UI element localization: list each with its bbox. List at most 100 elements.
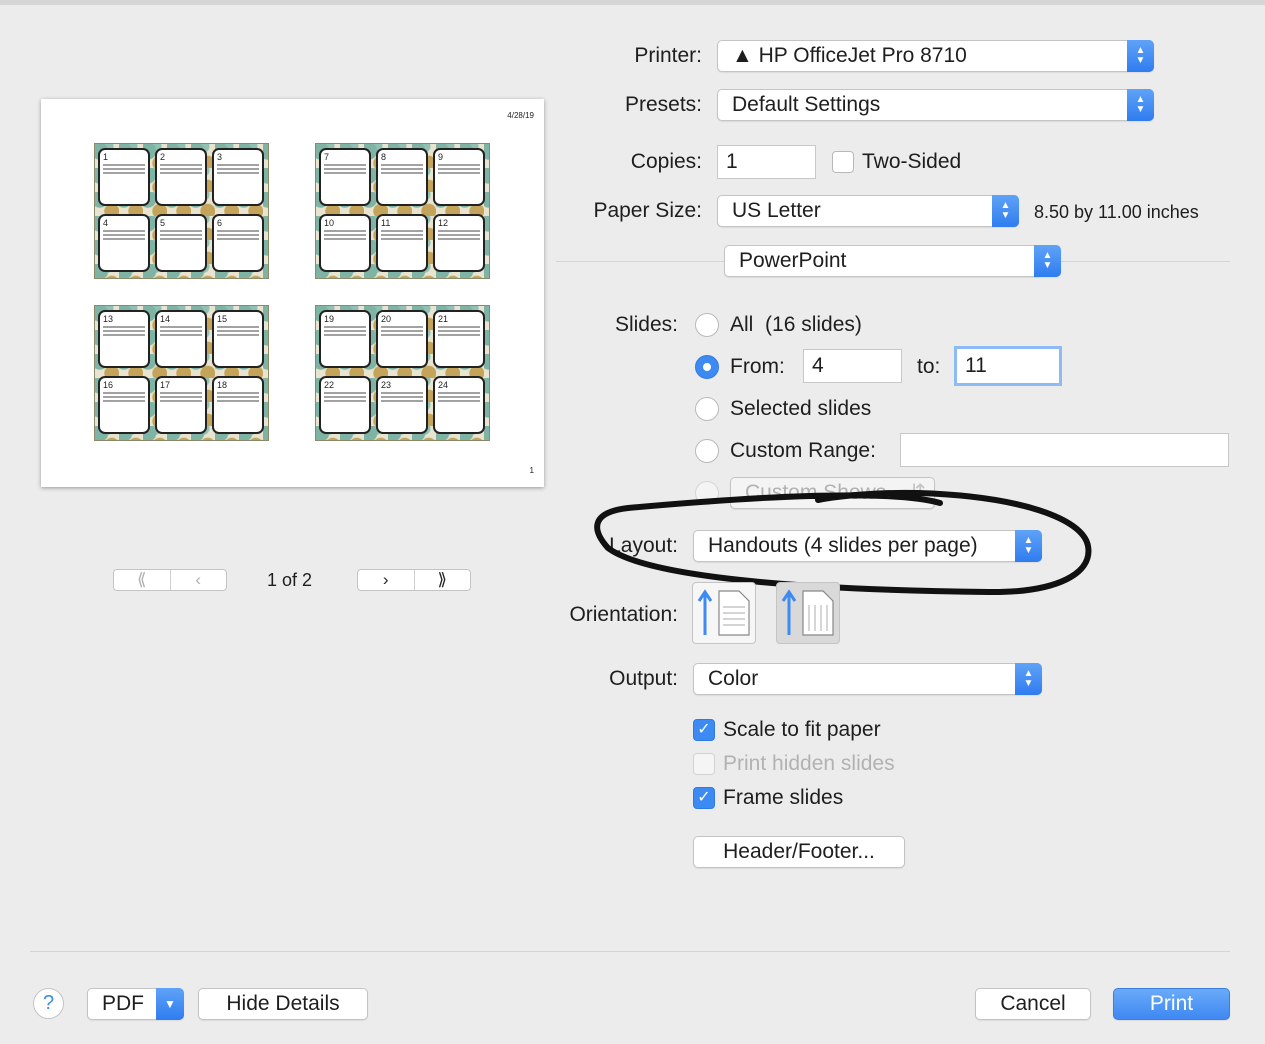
preview-card: 15 <box>212 310 264 368</box>
popup-arrows-icon: ▲ ▼ <box>1127 40 1154 72</box>
paper-size-value: US Letter <box>732 199 821 222</box>
copies-label: Copies: <box>630 150 702 173</box>
popup-arrows-icon: ▲ ▼ <box>992 195 1019 227</box>
preview-card: 23 <box>376 376 428 434</box>
preview-date: 4/28/19 <box>507 111 534 120</box>
output-label: Output: <box>609 667 678 690</box>
preview-card: 18 <box>212 376 264 434</box>
preview-card: 8 <box>376 148 428 206</box>
slides-all-label: All (16 slides) <box>730 313 862 336</box>
scale-to-fit-checkbox[interactable]: ✓ <box>693 719 715 741</box>
pdf-menu-button[interactable]: PDF ▼ <box>87 988 184 1020</box>
slides-to-label: to: <box>917 355 941 378</box>
printer-value: HP OfficeJet Pro 8710 <box>758 44 967 67</box>
preview-card: 20 <box>376 310 428 368</box>
slides-from-input[interactable]: 4 <box>803 349 902 383</box>
slides-custom-range-label: Custom Range: <box>730 439 876 462</box>
footer-separator <box>30 951 1230 952</box>
header-footer-button[interactable]: Header/Footer... <box>693 836 905 868</box>
scale-to-fit-label: Scale to fit paper <box>723 718 881 741</box>
custom-range-input[interactable] <box>900 433 1229 467</box>
chevron-down-icon: ▼ <box>156 988 184 1020</box>
checkmark-icon: ✓ <box>697 721 711 738</box>
chevron-left-icon[interactable]: ‹ <box>169 570 227 590</box>
preview-card: 13 <box>98 310 150 368</box>
preview-slide-4: 19 20 21 22 23 24 <box>315 305 490 441</box>
preview-page-number: 1 <box>529 466 534 475</box>
popup-arrows-icon: ▲ ▼ <box>1015 663 1042 695</box>
checkmark-icon: ✓ <box>697 789 711 806</box>
preview-card: 24 <box>433 376 485 434</box>
preview-card: 11 <box>376 214 428 272</box>
output-value: Color <box>708 667 759 690</box>
app-panel-popup[interactable]: PowerPoint ▲ ▼ <box>724 245 1061 277</box>
page-indicator: 1 of 2 <box>267 570 313 590</box>
print-preview-page: 4/28/19 1 1 2 3 4 5 6 7 8 9 10 11 12 13 … <box>41 99 544 487</box>
preview-card: 21 <box>433 310 485 368</box>
orientation-portrait-button[interactable] <box>692 582 756 644</box>
slides-all-radio[interactable] <box>695 313 719 337</box>
chevron-right-icon[interactable]: › <box>358 570 414 590</box>
preview-card: 2 <box>155 148 207 206</box>
slides-label: Slides: <box>614 313 678 336</box>
help-button[interactable]: ? <box>33 988 64 1019</box>
cancel-button[interactable]: Cancel <box>975 988 1091 1020</box>
slides-from-label: From: <box>730 355 785 378</box>
warning-triangle-icon: ▲ <box>732 44 753 67</box>
frame-slides-label: Frame slides <box>723 786 844 809</box>
paper-size-label: Paper Size: <box>593 199 702 222</box>
two-sided-label: Two-Sided <box>862 150 962 173</box>
print-hidden-checkbox[interactable] <box>693 753 715 775</box>
popup-arrows-icon: ▲ ▼ <box>1034 245 1061 277</box>
preview-card: 3 <box>212 148 264 206</box>
output-popup[interactable]: Color ▲ ▼ <box>693 663 1042 695</box>
print-button[interactable]: Print <box>1113 988 1230 1020</box>
orientation-landscape-button[interactable] <box>776 582 840 644</box>
app-panel-value: PowerPoint <box>739 249 847 272</box>
presets-popup[interactable]: Default Settings ▲ ▼ <box>717 89 1154 121</box>
preview-card: 5 <box>155 214 207 272</box>
double-chevron-left-icon[interactable]: ⟪ <box>114 570 170 590</box>
preview-card: 16 <box>98 376 150 434</box>
preview-slide-3: 13 14 15 16 17 18 <box>94 305 269 441</box>
preview-card: 6 <box>212 214 264 272</box>
two-sided-checkbox[interactable] <box>832 151 854 173</box>
presets-value: Default Settings <box>732 93 881 116</box>
window-top-edge <box>0 0 1265 5</box>
portrait-orientation-icon <box>697 589 750 636</box>
preview-card: 17 <box>155 376 207 434</box>
preview-card: 14 <box>155 310 207 368</box>
print-hidden-label: Print hidden slides <box>723 752 895 775</box>
preview-card: 22 <box>319 376 371 434</box>
slides-selected-radio[interactable] <box>695 397 719 421</box>
hide-details-button[interactable]: Hide Details <box>198 988 368 1020</box>
preview-card: 7 <box>319 148 371 206</box>
printer-label: Printer: <box>634 44 702 67</box>
preview-card: 19 <box>319 310 371 368</box>
preview-card: 4 <box>98 214 150 272</box>
preview-slide-1: 1 2 3 4 5 6 <box>94 143 269 279</box>
printer-popup[interactable]: ▲ HP OfficeJet Pro 8710 ▲ ▼ <box>717 40 1154 72</box>
paper-size-popup[interactable]: US Letter ▲ ▼ <box>717 195 1019 227</box>
landscape-orientation-icon <box>781 589 834 636</box>
paper-dimensions: 8.50 by 11.00 inches <box>1034 202 1199 222</box>
preview-card: 9 <box>433 148 485 206</box>
slides-custom-range-radio[interactable] <box>695 439 719 463</box>
double-chevron-right-icon[interactable]: ⟫ <box>413 570 471 590</box>
copies-input[interactable]: 1 <box>717 145 816 179</box>
orientation-label: Orientation: <box>569 603 678 626</box>
preview-forward-buttons: › ⟫ <box>357 569 471 591</box>
preview-card: 12 <box>433 214 485 272</box>
preview-card: 1 <box>98 148 150 206</box>
slides-from-radio[interactable] <box>695 355 719 379</box>
frame-slides-checkbox[interactable]: ✓ <box>693 787 715 809</box>
presets-label: Presets: <box>624 93 702 116</box>
pdf-label: PDF <box>102 992 144 1015</box>
popup-arrows-icon: ▲ ▼ <box>1127 89 1154 121</box>
hand-drawn-circle-annotation <box>594 489 1092 596</box>
slides-to-input[interactable]: 11 <box>954 346 1062 386</box>
preview-card: 10 <box>319 214 371 272</box>
preview-slide-2: 7 8 9 10 11 12 <box>315 143 490 279</box>
question-mark-icon: ? <box>42 992 55 1014</box>
preview-back-buttons: ⟪ ‹ <box>113 569 227 591</box>
